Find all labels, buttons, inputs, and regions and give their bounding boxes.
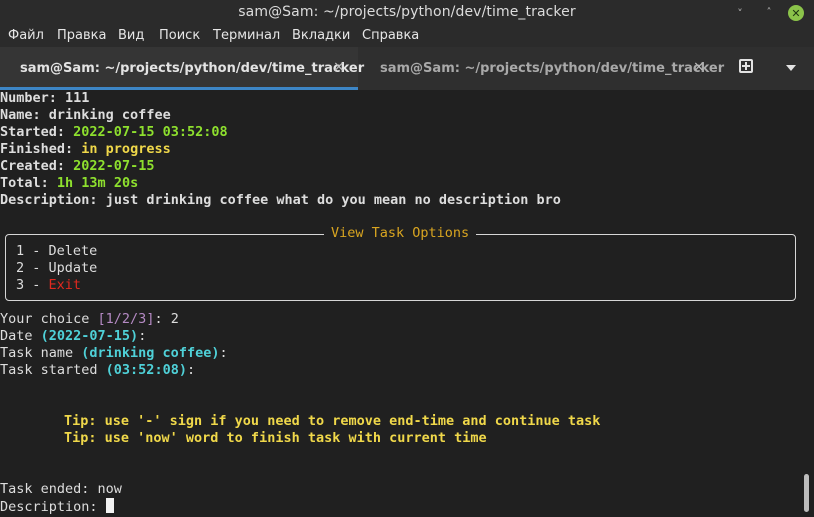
maximize-icon[interactable]: ˄	[761, 5, 777, 21]
description-prompt[interactable]: Description:	[0, 498, 114, 515]
task-options-panel: View Task Options 1 - Delete 2 - Update …	[5, 225, 796, 301]
tab-terminal-2[interactable]: sam@Sam: ~/projects/python/dev/time_trac…	[358, 47, 724, 90]
tab-bar: sam@Sam: ~/projects/python/dev/time_trac…	[0, 47, 814, 91]
task-started-line: Started: 2022-07-15 03:52:08	[0, 124, 228, 140]
tip-line-2: Tip: use 'now' word to finish task with …	[64, 430, 487, 446]
task-description-line: Description: just drinking coffee what d…	[0, 192, 561, 208]
minimize-icon[interactable]: ˅	[732, 5, 748, 21]
tip-line-1: Tip: use '-' sign if you need to remove …	[64, 413, 601, 429]
tab-close-icon[interactable]: ×	[333, 59, 345, 75]
new-tab-icon[interactable]	[739, 59, 753, 73]
panel-title: View Task Options	[324, 225, 477, 242]
close-window-icon[interactable]: ✕	[788, 5, 804, 21]
text-cursor	[105, 498, 114, 513]
task-name-line: Name: drinking coffee	[0, 107, 171, 123]
menu-terminal[interactable]: Терминал	[213, 28, 280, 43]
menu-edit[interactable]: Правка	[57, 28, 106, 43]
choice-prompt: Your choice [1/2/3]: 2	[0, 311, 179, 327]
task-started-prompt: Task started (03:52:08):	[0, 362, 196, 378]
task-number-line: Number: 111	[0, 90, 90, 106]
window-titlebar: sam@Sam: ~/projects/python/dev/time_trac…	[0, 0, 814, 26]
task-name-prompt: Task name (drinking coffee):	[0, 345, 228, 361]
menu-file[interactable]: Файл	[8, 28, 44, 43]
terminal-output[interactable]: Number: 111 Name: drinking coffee Starte…	[0, 90, 814, 517]
option-update: 2 - Update	[16, 260, 98, 276]
scrollbar[interactable]	[804, 474, 809, 512]
window-title: sam@Sam: ~/projects/python/dev/time_trac…	[238, 4, 576, 20]
option-delete: 1 - Delete	[16, 243, 98, 259]
task-total-line: Total: 1h 13m 20s	[0, 175, 139, 191]
menu-help[interactable]: Справка	[362, 28, 419, 43]
tab-label: sam@Sam: ~/projects/python/dev/time_trac…	[20, 61, 365, 76]
tab-terminal-1[interactable]: sam@Sam: ~/projects/python/dev/time_trac…	[0, 47, 364, 90]
tab-menu-chevron-down-icon[interactable]	[786, 65, 796, 71]
menu-bar: Файл Правка Вид Поиск Терминал Вкладки С…	[0, 26, 814, 47]
date-prompt: Date (2022-07-15):	[0, 328, 147, 344]
option-exit: 3 - Exit	[16, 277, 82, 293]
menu-search[interactable]: Поиск	[159, 28, 200, 43]
menu-view[interactable]: Вид	[118, 28, 144, 43]
menu-tabs[interactable]: Вкладки	[292, 28, 350, 43]
tab-label: sam@Sam: ~/projects/python/dev/time_trac…	[380, 61, 725, 76]
task-finished-line: Finished: in progress	[0, 141, 171, 157]
task-created-line: Created: 2022-07-15	[0, 158, 155, 174]
task-ended-prompt: Task ended: now	[0, 481, 122, 497]
tab-close-icon[interactable]: ×	[693, 59, 705, 75]
